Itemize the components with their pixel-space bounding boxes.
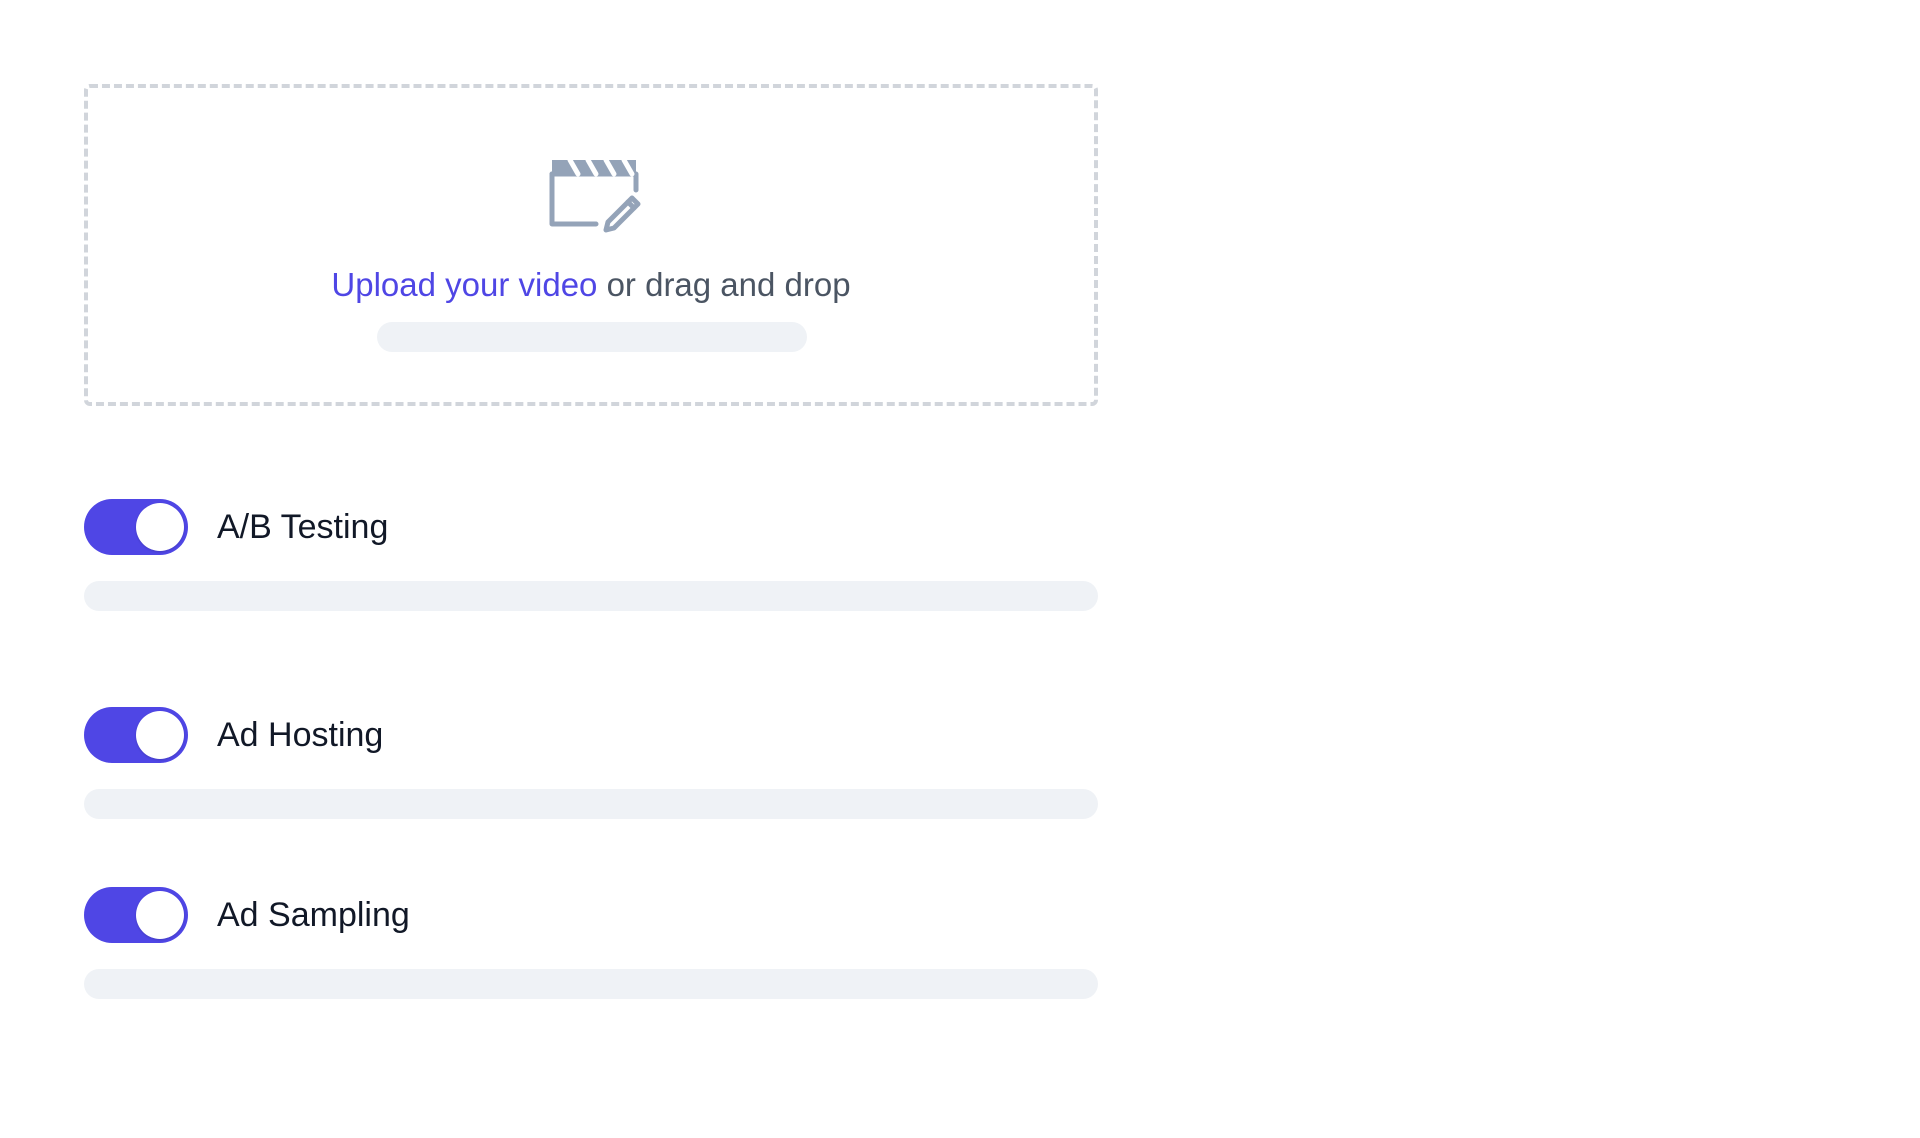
upload-hint-placeholder (377, 322, 807, 352)
ab-testing-description-placeholder (84, 581, 1098, 611)
ad-hosting-description-placeholder (84, 789, 1098, 819)
ad-sampling-toggle[interactable] (84, 887, 188, 943)
drag-and-drop-text: or drag and drop (597, 266, 851, 303)
toggle-row-ab-testing: A/B Testing (84, 499, 1098, 611)
ad-sampling-description-placeholder (84, 969, 1098, 999)
toggle-knob (136, 711, 184, 759)
toggle-row-ad-hosting: Ad Hosting (84, 707, 1098, 819)
ab-testing-toggle[interactable] (84, 499, 188, 555)
ad-hosting-toggle[interactable] (84, 707, 188, 763)
upload-video-link[interactable]: Upload your video (331, 266, 597, 303)
ad-hosting-label: Ad Hosting (217, 716, 384, 754)
upload-instruction: Upload your video or drag and drop (88, 263, 1094, 307)
video-edit-icon (548, 156, 648, 238)
ab-testing-label: A/B Testing (217, 508, 389, 546)
video-upload-dropzone[interactable]: Upload your video or drag and drop (84, 84, 1098, 406)
ad-sampling-label: Ad Sampling (217, 896, 410, 934)
toggle-row-ad-sampling: Ad Sampling (84, 887, 1098, 999)
toggle-knob (136, 891, 184, 939)
toggle-knob (136, 503, 184, 551)
page: Upload your video or drag and drop A/B T… (0, 0, 1920, 1138)
